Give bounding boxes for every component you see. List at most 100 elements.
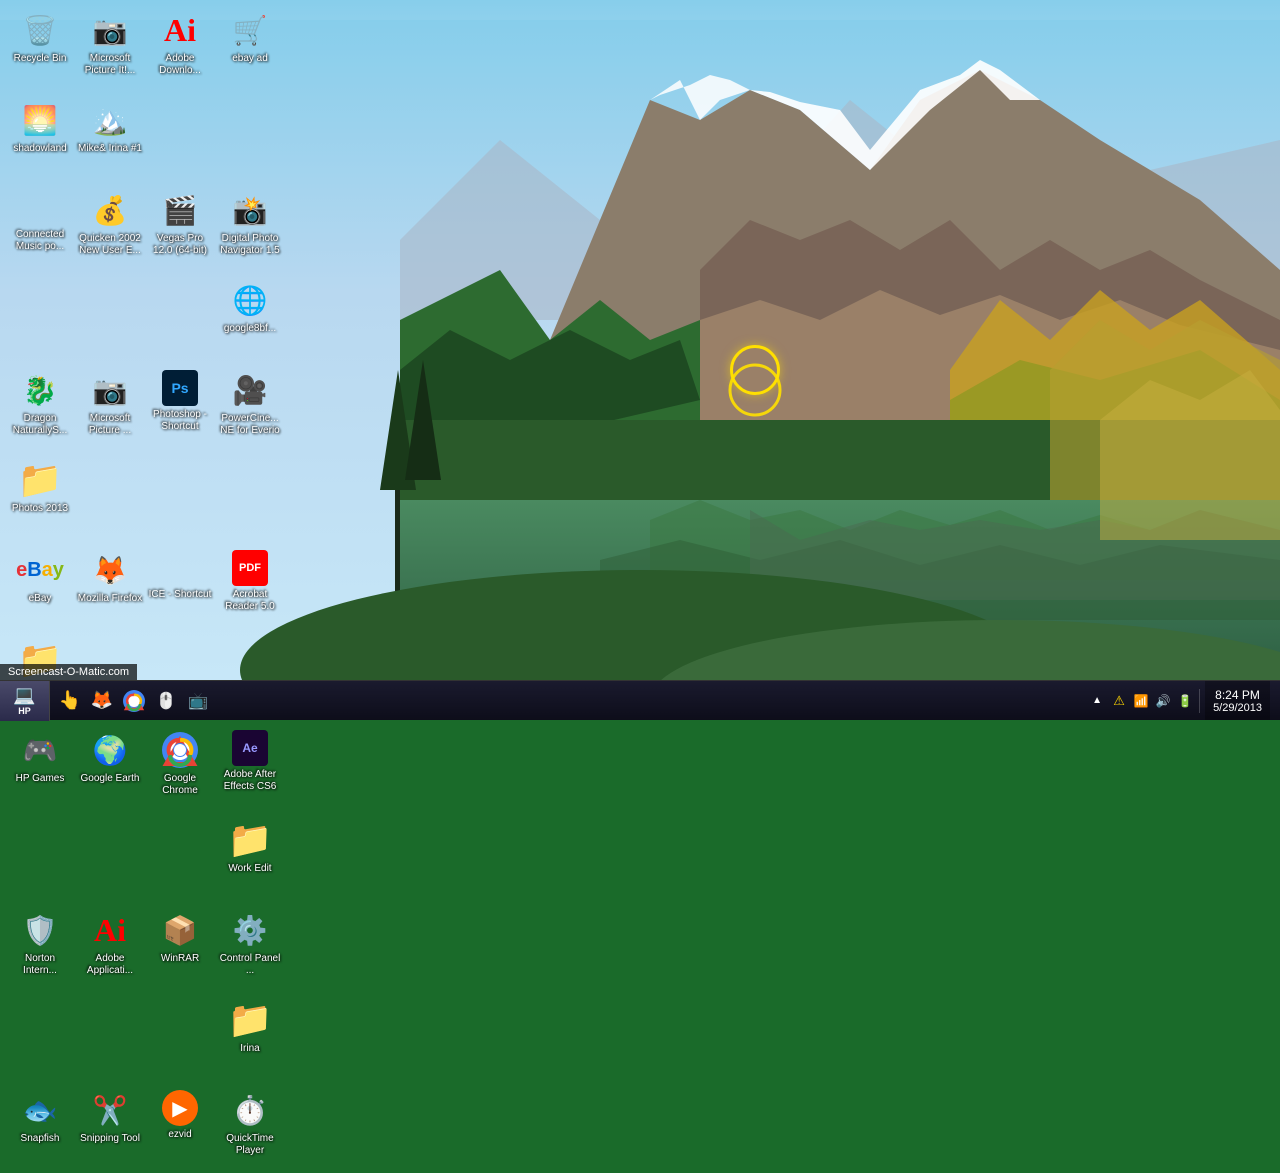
taskbar-firefox-icon[interactable]: 🦊 [87,686,117,716]
irina-icon: 📁 [230,1000,270,1040]
icon-recycle-bin[interactable]: 🗑️ Recycle Bin [5,5,75,93]
taskbar-screen-record-icon[interactable]: 📺 [183,686,213,716]
icon-norton[interactable]: 🛡️ Norton Intern... [5,905,75,993]
icon-ice-shortcut[interactable]: ICE - Shortcut [145,545,215,633]
desktop-icons-container: 🗑️ Recycle Bin 📷 Microsoft Picture It!..… [0,0,380,680]
quicktime-icon: ⏱️ [230,1090,270,1130]
dragon-label: Dragon NaturallyS... [7,413,73,437]
ezvid-icon: ▶ [162,1090,198,1126]
snapfish-label: Snapfish [21,1133,60,1145]
icon-google-earth[interactable]: 🌍 Google Earth [75,725,145,813]
google-chrome-label: Google Chrome [147,773,213,797]
adobe-app-icon: Ai [90,910,130,950]
icon-ebay-ad[interactable]: 🛒 ebay ad [215,5,285,93]
control-panel-icon: ⚙️ [230,910,270,950]
taskbar-systray: ▲ ⚠ 📶 🔊 🔋 [1088,692,1194,710]
icon-google-chrome[interactable]: Google Chrome [145,725,215,813]
icon-ezvid[interactable]: ▶ ezvid [145,1085,215,1173]
winrar-label: WinRAR [161,953,199,965]
control-panel-label: Control Panel ... [217,953,283,977]
icon-irina[interactable]: 📁 Irina [215,995,285,1083]
icon-ebay[interactable]: eBay eBay [5,545,75,633]
adobe-after-effects-icon: Ae [232,730,268,766]
dragon-icon: 🐉 [20,370,60,410]
icon-adobe-after-effects[interactable]: Ae Adobe After Effects CS6 [215,725,285,813]
icon-photos-2013[interactable]: 📁 Photos 2013 [5,455,75,543]
icon-microsoft-picture2[interactable]: 📷 Microsoft Picture ... [75,365,145,453]
systray-network[interactable]: 📶 [1132,692,1150,710]
systray-arrow[interactable]: ▲ [1088,692,1106,710]
quicken-label: Quicken 2002 New User E... [77,233,143,257]
quicken-icon: 💰 [90,190,130,230]
ice-shortcut-icon [162,550,198,586]
taskbar-chrome-icon[interactable] [119,686,149,716]
microsoft-picture2-label: Microsoft Picture ... [77,413,143,437]
ebay-label: eBay [29,593,52,605]
connected-music-icon [22,190,58,226]
icon-vegas-pro[interactable]: 🎬 Vegas Pro 12.0 (64-bit) [145,185,215,273]
watermark-text: Screencast-O-Matic.com [8,666,129,678]
work-edit-icon: 📁 [230,820,270,860]
icon-mike-irina[interactable]: 🏔️ Mike& Irina #1 [75,95,145,183]
clock-time: 8:24 PM [1215,688,1260,702]
mike-irina-label: Mike& Irina #1 [78,143,142,155]
icon-quicktime[interactable]: ⏱️ QuickTime Player [215,1085,285,1173]
norton-icon: 🛡️ [20,910,60,950]
icon-dragon[interactable]: 🐉 Dragon NaturallyS... [5,365,75,453]
icon-work-edit[interactable]: 📁 Work Edit [215,815,285,903]
adobe-download-icon: Ai [160,10,200,50]
taskbar-separator [1199,689,1200,713]
ice-shortcut-label: ICE - Shortcut [149,589,212,601]
icon-quicken[interactable]: 💰 Quicken 2002 New User E... [75,185,145,273]
systray-volume[interactable]: 🔊 [1154,692,1172,710]
icon-photoshop[interactable]: Ps Photoshop - Shortcut [145,365,215,453]
google-earth-label: Google Earth [81,773,140,785]
icon-snipping-tool[interactable]: ✂️ Snipping Tool [75,1085,145,1173]
taskbar-mouse-icon[interactable]: 🖱️ [151,686,181,716]
google8bf-label: google8bf... [224,323,276,335]
icon-shadowland[interactable]: 🌅 shadowland [5,95,75,183]
icon-snapfish[interactable]: 🐟 Snapfish [5,1085,75,1173]
screencast-watermark: Screencast-O-Matic.com [0,664,137,680]
vegas-pro-label: Vegas Pro 12.0 (64-bit) [147,233,213,257]
icon-control-panel[interactable]: ⚙️ Control Panel ... [215,905,285,993]
mozilla-firefox-label: Mozilla Firefox [78,593,142,605]
google-earth-icon: 🌍 [90,730,130,770]
systray-norton[interactable]: ⚠ [1110,692,1128,710]
photoshop-label: Photoshop - Shortcut [147,409,213,433]
icon-microsoft-picture-it[interactable]: 📷 Microsoft Picture It!... [75,5,145,93]
icon-adobe-app[interactable]: Ai Adobe Applicati... [75,905,145,993]
start-button[interactable]: 💻 HP [0,681,50,721]
icon-powercine[interactable]: 🎥 PowerCine... NE for Everio [215,365,285,453]
photos-2013-label: Photos 2013 [12,503,68,515]
taskbar-quick-launch: 👆 🦊 🖱️ 📺 [50,681,218,720]
hp-games-label: HP Games [16,773,65,785]
icon-adobe-download[interactable]: Ai Adobe Downlo... [145,5,215,93]
microsoft-picture2-icon: 📷 [90,370,130,410]
taskbar-touch-icon[interactable]: 👆 [55,686,85,716]
adobe-after-effects-label: Adobe After Effects CS6 [217,769,283,793]
vegas-pro-icon: 🎬 [160,190,200,230]
ebay-ad-label: ebay ad [232,53,268,65]
mozilla-firefox-icon: 🦊 [90,550,130,590]
snapfish-icon: 🐟 [20,1090,60,1130]
work-edit-label: Work Edit [228,863,271,875]
mike-irina-icon: 🏔️ [90,100,130,140]
icon-google8bf[interactable]: 🌐 google8bf... [215,275,285,363]
icon-digital-photo[interactable]: 📸 Digital Photo Navigator 1.5 [215,185,285,273]
icon-hp-games[interactable]: 🎮 HP Games [5,725,75,813]
shadowland-label: shadowland [13,143,66,155]
icon-winrar[interactable]: 📦 WinRAR [145,905,215,993]
systray-battery[interactable]: 🔋 [1176,692,1194,710]
norton-label: Norton Intern... [7,953,73,977]
taskbar-clock[interactable]: 8:24 PM 5/29/2013 [1205,681,1270,720]
powercine-icon: 🎥 [230,370,270,410]
ezvid-label: ezvid [168,1129,191,1141]
icon-acrobat-reader[interactable]: PDF Acrobat Reader 5.0 [215,545,285,633]
acrobat-reader-label: Acrobat Reader 5.0 [217,589,283,613]
clock-date: 5/29/2013 [1213,702,1262,714]
icon-connected-music[interactable]: Connected Music po... [5,185,75,273]
google-chrome-icon [160,730,200,770]
snipping-tool-icon: ✂️ [90,1090,130,1130]
icon-mozilla-firefox[interactable]: 🦊 Mozilla Firefox [75,545,145,633]
